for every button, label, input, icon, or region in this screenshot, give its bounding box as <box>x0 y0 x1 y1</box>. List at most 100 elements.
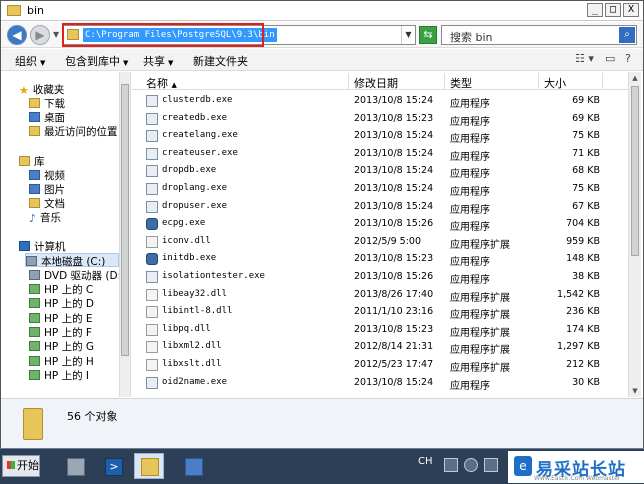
details-pane: 56 个对象 <box>1 398 643 448</box>
help-tray-icon[interactable] <box>464 458 478 472</box>
column-name[interactable]: 名称 ▲ <box>146 75 177 91</box>
nav-net-drive[interactable]: HP 上的 F <box>29 325 92 339</box>
video-icon <box>29 170 40 180</box>
file-list-scrollbar[interactable]: ▲ ▼ <box>628 72 641 397</box>
nav-scrollbar-thumb[interactable] <box>121 84 129 356</box>
file-row[interactable]: droplang.exe 2013/10/8 15:24 应用程序 75 KB <box>132 181 628 198</box>
minimize-button[interactable]: _ <box>587 3 603 17</box>
help-icon[interactable]: ? <box>625 52 631 65</box>
file-date: 2013/10/8 15:23 <box>354 253 434 265</box>
taskbar: 开始 > CH e 易采站长站 Www.Easck.Com Webmaster <box>0 448 644 484</box>
file-row[interactable]: dropdb.exe 2013/10/8 15:24 应用程序 68 KB <box>132 163 628 180</box>
file-size: 75 KB <box>572 183 600 194</box>
explorer-window: bin _ □ X ◀ ▶ ▼ C:\Program Files\Postgre… <box>0 0 644 448</box>
file-type: 应用程序扩展 <box>450 310 510 322</box>
scroll-up-icon[interactable]: ▲ <box>631 74 639 82</box>
nav-recent[interactable]: 最近访问的位置 <box>29 124 118 138</box>
nav-computer[interactable]: 计算机 <box>19 239 66 253</box>
file-name: libpq.dll <box>162 323 211 334</box>
share-menu[interactable]: 共享 ▼ <box>143 53 173 69</box>
nav-scrollbar[interactable] <box>119 72 130 397</box>
hard-disk-icon <box>26 256 37 266</box>
forward-button[interactable]: ▶ <box>30 25 50 45</box>
nav-documents[interactable]: 文档 <box>29 196 65 210</box>
close-button[interactable]: X <box>623 3 639 17</box>
maximize-button[interactable]: □ <box>605 3 621 17</box>
scroll-down-icon[interactable]: ▼ <box>631 387 639 395</box>
brand-logo-icon: e <box>514 456 532 476</box>
nav-local-disk[interactable]: 本地磁盘 (C:) <box>25 253 119 268</box>
nav-net-drive[interactable]: HP 上的 C <box>29 282 93 296</box>
nav-downloads[interactable]: 下载 <box>29 96 65 110</box>
file-row[interactable]: libintl-8.dll 2011/1/10 23:16 应用程序扩展 236 KB <box>132 304 628 321</box>
file-date: 2013/10/8 15:23 <box>354 323 434 335</box>
nav-videos[interactable]: 视频 <box>29 168 65 182</box>
start-button[interactable]: 开始 <box>2 455 40 477</box>
tray-menu-icon[interactable] <box>484 458 498 472</box>
column-size[interactable]: 大小 <box>544 75 566 91</box>
back-button[interactable]: ◀ <box>7 25 27 45</box>
file-row[interactable]: ecpg.exe 2013/10/8 15:26 应用程序 704 KB <box>132 216 628 233</box>
nav-libraries[interactable]: 库 <box>19 154 45 168</box>
column-modified[interactable]: 修改日期 <box>354 75 398 91</box>
taskbar-server-manager[interactable] <box>60 453 90 479</box>
exe-file-icon <box>146 183 158 195</box>
nav-net-drive[interactable]: HP 上的 I <box>29 368 89 382</box>
pictures-icon <box>29 184 40 194</box>
preview-pane-icon[interactable]: ▭ <box>605 52 615 65</box>
file-type: 应用程序 <box>450 187 490 198</box>
powershell-icon: > <box>105 458 123 476</box>
view-options-icon[interactable]: ☷ ▾ <box>575 52 594 65</box>
include-in-library-menu[interactable]: 包含到库中 ▼ <box>65 53 128 69</box>
column-type[interactable]: 类型 <box>450 75 472 91</box>
nav-favorites[interactable]: ★ 收藏夹 <box>19 82 64 97</box>
file-name: libxslt.dll <box>162 359 222 369</box>
file-row[interactable]: iconv.dll 2012/5/9 5:00 应用程序扩展 959 KB <box>132 234 628 251</box>
watermark-brand: e 易采站长站 Www.Easck.Com Webmaster <box>508 451 644 483</box>
file-row[interactable]: dropuser.exe 2013/10/8 15:24 应用程序 67 KB <box>132 199 628 216</box>
file-row[interactable]: libpq.dll 2013/10/8 15:23 应用程序扩展 174 KB <box>132 322 628 339</box>
file-row[interactable]: createdb.exe 2013/10/8 15:23 应用程序 69 KB <box>132 111 628 128</box>
taskbar-network[interactable] <box>178 453 208 479</box>
dll-file-icon <box>146 341 158 354</box>
input-language[interactable]: CH <box>418 456 433 467</box>
file-row[interactable]: oid2name.exe 2013/10/8 15:24 应用程序 30 KB <box>132 375 628 392</box>
file-row[interactable]: createuser.exe 2013/10/8 15:24 应用程序 71 KB <box>132 146 628 163</box>
exe-file-icon <box>146 271 158 283</box>
nav-dvd-drive[interactable]: DVD 驱动器 (D:) <box>29 268 125 282</box>
file-date: 2013/10/8 15:24 <box>354 147 434 159</box>
address-bar: ◀ ▶ ▼ C:\Program Files\PostgreSQL\9.3\bi… <box>1 22 643 48</box>
file-row[interactable]: libxslt.dll 2012/5/23 17:47 应用程序扩展 212 KB <box>132 357 628 374</box>
keyboard-icon[interactable] <box>444 458 458 472</box>
nav-net-drive[interactable]: HP 上的 D <box>29 296 94 310</box>
file-name: iconv.dll <box>162 235 211 246</box>
exe-file-icon <box>146 218 158 231</box>
search-icon[interactable]: ⌕ <box>619 27 635 43</box>
file-list-scrollbar-thumb[interactable] <box>631 86 639 256</box>
file-row[interactable]: initdb.exe 2013/10/8 15:23 应用程序 148 KB <box>132 251 628 268</box>
refresh-icon[interactable]: ⇆ <box>419 26 437 44</box>
nav-net-drive[interactable]: HP 上的 E <box>29 311 93 325</box>
file-row[interactable]: clusterdb.exe 2013/10/8 15:24 应用程序 69 KB <box>132 93 628 110</box>
column-header: 名称 ▲ 修改日期 类型 大小 <box>132 72 628 90</box>
nav-pictures[interactable]: 图片 <box>29 182 65 196</box>
file-name: createdb.exe <box>162 112 228 123</box>
file-row[interactable]: createlang.exe 2013/10/8 15:24 应用程序 75 KB <box>132 128 628 145</box>
nav-net-drive[interactable]: HP 上的 G <box>29 339 94 353</box>
file-date: 2012/5/9 5:00 <box>354 235 422 247</box>
address-dropdown-icon[interactable]: ▼ <box>401 26 415 44</box>
chevron-down-icon: ▼ <box>168 59 174 67</box>
file-row[interactable]: isolationtester.exe 2013/10/8 15:26 应用程序 38… <box>132 269 628 286</box>
taskbar-powershell[interactable]: > <box>98 453 128 479</box>
nav-music[interactable]: ♪ 音乐 <box>29 210 61 225</box>
file-date: 2013/10/8 15:24 <box>354 165 434 177</box>
nav-net-drive[interactable]: HP 上的 H <box>29 354 94 368</box>
file-row[interactable]: libeay32.dll 2013/8/26 17:40 应用程序扩展 1,542 K… <box>132 287 628 304</box>
organize-menu[interactable]: 组织 ▼ <box>15 53 45 69</box>
search-input[interactable]: 搜索 bin ⌕ <box>441 25 637 45</box>
taskbar-explorer[interactable] <box>134 453 164 479</box>
file-row[interactable]: libxml2.dll 2012/8/14 21:31 应用程序扩展 1,297 KB <box>132 339 628 356</box>
new-folder-button[interactable]: 新建文件夹 <box>193 53 248 69</box>
nav-desktop[interactable]: 桌面 <box>29 110 65 124</box>
history-dropdown-icon[interactable]: ▼ <box>53 30 59 39</box>
